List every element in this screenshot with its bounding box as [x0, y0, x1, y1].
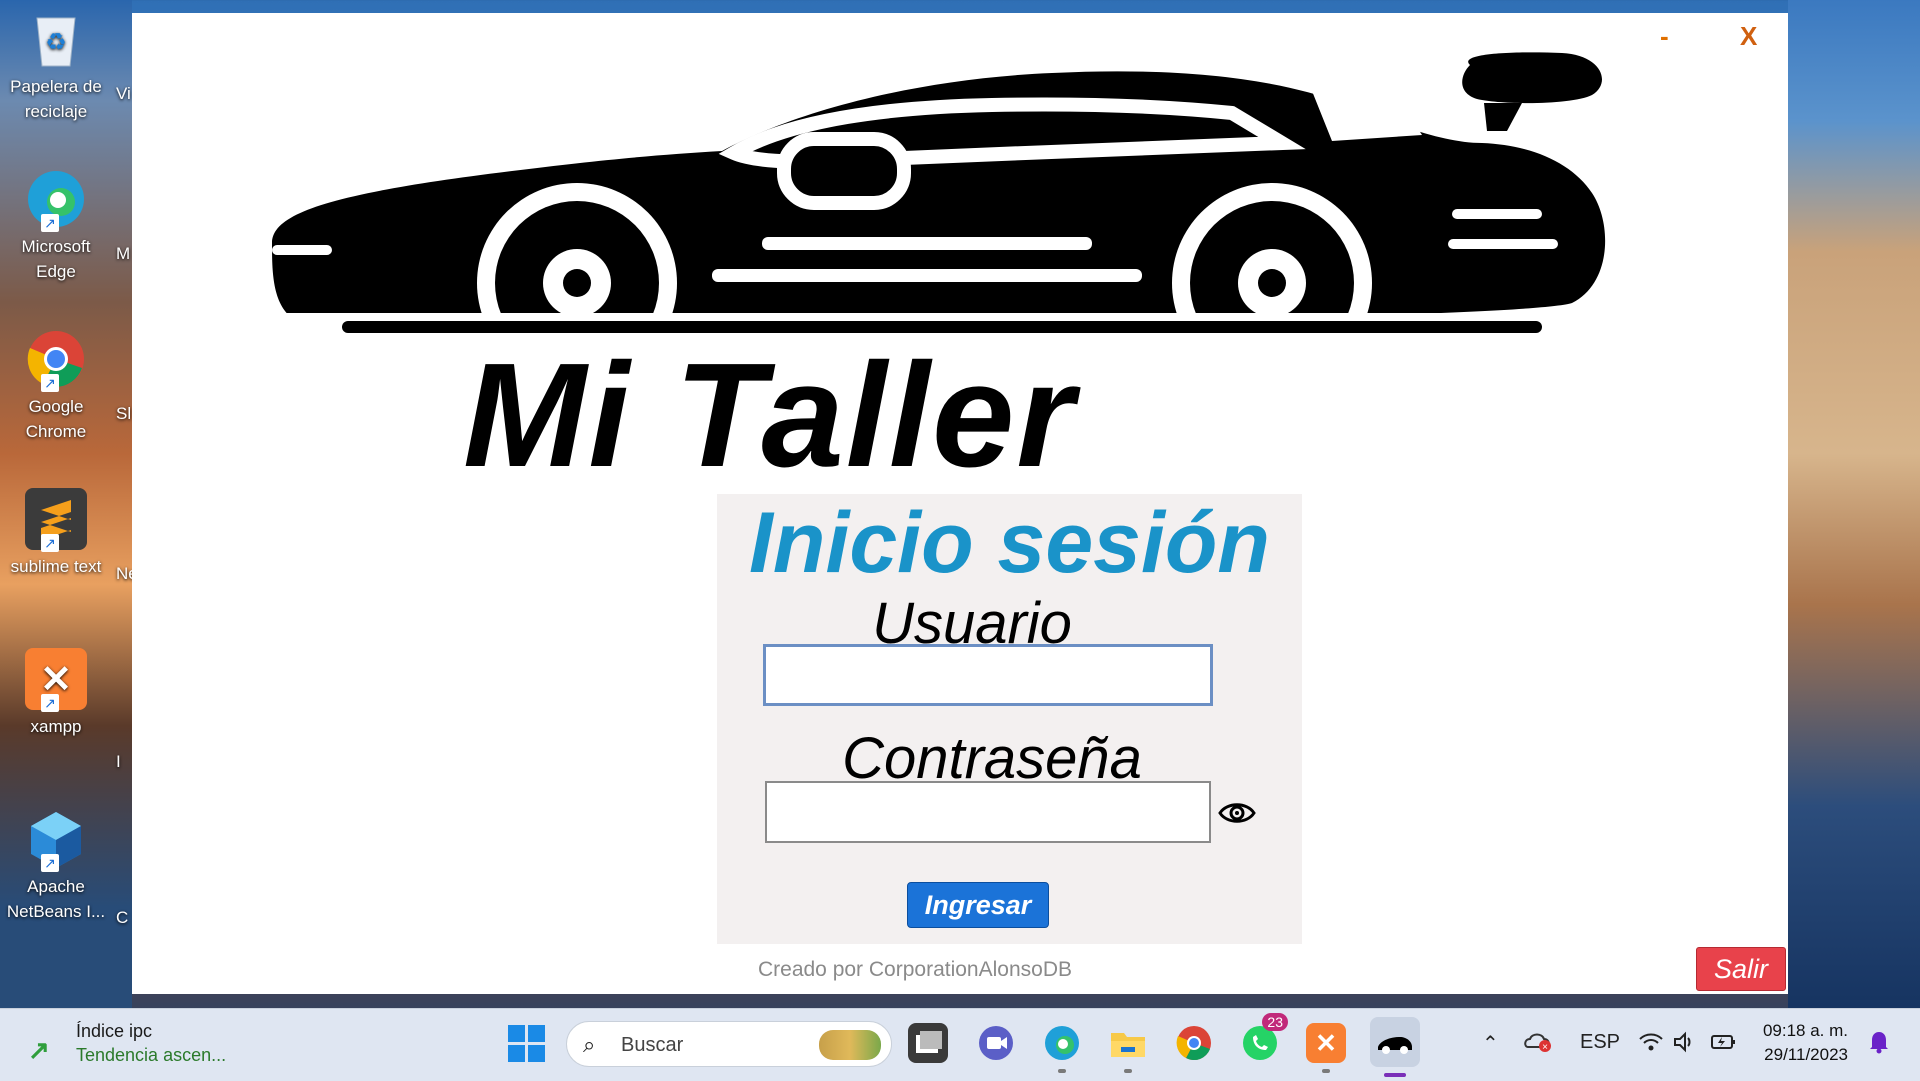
shortcut-arrow-icon: ↗	[41, 694, 59, 712]
app-window: - X Mi Taller Inicio sesión Usuario Cont…	[132, 13, 1788, 994]
onedrive-error-icon[interactable]: ×	[1524, 1031, 1552, 1059]
clock-date: 29/11/2023	[1764, 1045, 1848, 1064]
mi-taller-taskbar-icon[interactable]	[1370, 1017, 1420, 1077]
running-indicator	[1322, 1069, 1330, 1073]
chrome-taskbar-icon[interactable]	[1174, 1023, 1214, 1063]
shortcut-arrow-icon: ↗	[41, 214, 59, 232]
login-heading: Inicio sesión	[749, 495, 1270, 591]
app-title: Mi Taller	[463, 333, 1076, 498]
task-view-icon[interactable]	[908, 1023, 948, 1063]
search-icon: ⌕	[583, 1032, 596, 1057]
svg-text:♻: ♻	[45, 29, 67, 56]
close-button[interactable]: X	[1740, 21, 1757, 52]
desktop-icon-recycle-bin[interactable]: ♻ Papelera de reciclaje	[4, 8, 108, 124]
trend-up-icon: ↗	[28, 1035, 50, 1065]
search-placeholder: Buscar	[621, 1034, 684, 1056]
weather-widget[interactable]: ↗ Índice ipc Tendencia ascen...	[28, 1019, 228, 1071]
desktop-icon-label-cut[interactable]: Sl	[116, 404, 131, 424]
notification-badge: 23	[1262, 1013, 1288, 1031]
shortcut-arrow-icon: ↗	[41, 534, 59, 552]
desktop-icon-label-cut[interactable]: I	[116, 752, 121, 772]
whatsapp-icon[interactable]: 23	[1240, 1013, 1288, 1063]
sublime-text-icon: ↗	[25, 488, 87, 552]
edge-taskbar-icon[interactable]	[1042, 1023, 1082, 1073]
desktop-icon-label: Google Chrome	[25, 397, 87, 441]
minimize-button[interactable]: -	[1660, 21, 1669, 52]
battery-charging-icon[interactable]	[1710, 1031, 1738, 1059]
wifi-icon[interactable]	[1638, 1031, 1664, 1059]
teams-chat-icon[interactable]	[976, 1023, 1016, 1063]
active-indicator	[1384, 1073, 1406, 1077]
desktop-icon-label-cut[interactable]: Vi	[116, 84, 131, 104]
widget-subtitle: Tendencia ascen...	[76, 1045, 227, 1065]
desktop-icon-label-cut[interactable]: M	[116, 244, 130, 264]
desktop-icon-label: Microsoft Edge	[21, 237, 91, 281]
username-input[interactable]	[763, 644, 1213, 706]
desktop-icon-sublime-text[interactable]: ↗ sublime text	[4, 488, 108, 579]
running-indicator	[1124, 1069, 1132, 1073]
taskbar-search[interactable]: ⌕ Buscar	[566, 1021, 892, 1067]
show-hidden-icons-chevron-up-icon[interactable]: ⌃	[1482, 1031, 1499, 1056]
desktop-icon-label: sublime text	[10, 557, 102, 576]
svg-text:×: ×	[1542, 1042, 1548, 1053]
widget-title: Índice ipc	[76, 1021, 153, 1041]
desktop-icon-label-cut[interactable]: C	[116, 908, 128, 928]
language-indicator[interactable]: ESP	[1580, 1031, 1620, 1054]
desktop-wallpaper-right	[1788, 0, 1920, 1008]
show-password-eye-icon[interactable]	[1217, 796, 1257, 830]
file-explorer-icon[interactable]	[1108, 1023, 1148, 1073]
netbeans-icon: ↗	[25, 808, 87, 872]
shortcut-arrow-icon: ↗	[41, 854, 59, 872]
login-submit-button[interactable]: Ingresar	[907, 882, 1049, 928]
edge-icon: ↗	[25, 168, 87, 232]
shortcut-arrow-icon: ↗	[41, 374, 59, 392]
xampp-taskbar-icon[interactable]: ✕	[1306, 1023, 1346, 1073]
start-windows-icon[interactable]	[508, 1025, 546, 1063]
notifications-bell-icon[interactable]	[1866, 1029, 1892, 1055]
search-highlight-icon	[819, 1030, 881, 1060]
chrome-icon: ↗	[25, 328, 87, 392]
desktop-icon-label: Papelera de reciclaje	[10, 77, 102, 121]
exit-button[interactable]: Salir	[1696, 947, 1786, 991]
desktop-icon-label: xampp	[30, 717, 82, 736]
running-indicator	[1058, 1069, 1066, 1073]
desktop-icon-edge[interactable]: ↗ Microsoft Edge	[4, 168, 108, 284]
credits-text: Creado por CorporationAlonsoDB	[757, 958, 1072, 981]
desktop-icon-label: Apache NetBeans I...	[6, 877, 106, 921]
volume-icon[interactable]	[1672, 1031, 1696, 1059]
desktop-icon-netbeans[interactable]: ↗ Apache NetBeans I...	[4, 808, 108, 924]
desktop-icon-xampp[interactable]: ✕ ↗ xampp	[4, 648, 108, 739]
xampp-icon: ✕ ↗	[25, 648, 87, 712]
taskbar: ↗ Índice ipc Tendencia ascen... ⌕ Buscar…	[0, 1008, 1920, 1081]
password-input[interactable]	[765, 781, 1211, 843]
recycle-bin-icon: ♻	[25, 8, 87, 70]
taskbar-clock[interactable]: 09:18 a. m. 29/11/2023	[1752, 1019, 1848, 1067]
clock-time: 09:18 a. m.	[1762, 1021, 1848, 1040]
car-logo-icon	[272, 52, 1652, 343]
svg-text:✕: ✕	[1315, 1028, 1337, 1058]
login-panel: Inicio sesión Usuario Contraseña Ingresa…	[717, 494, 1302, 944]
desktop-icon-chrome[interactable]: ↗ Google Chrome	[4, 328, 108, 444]
